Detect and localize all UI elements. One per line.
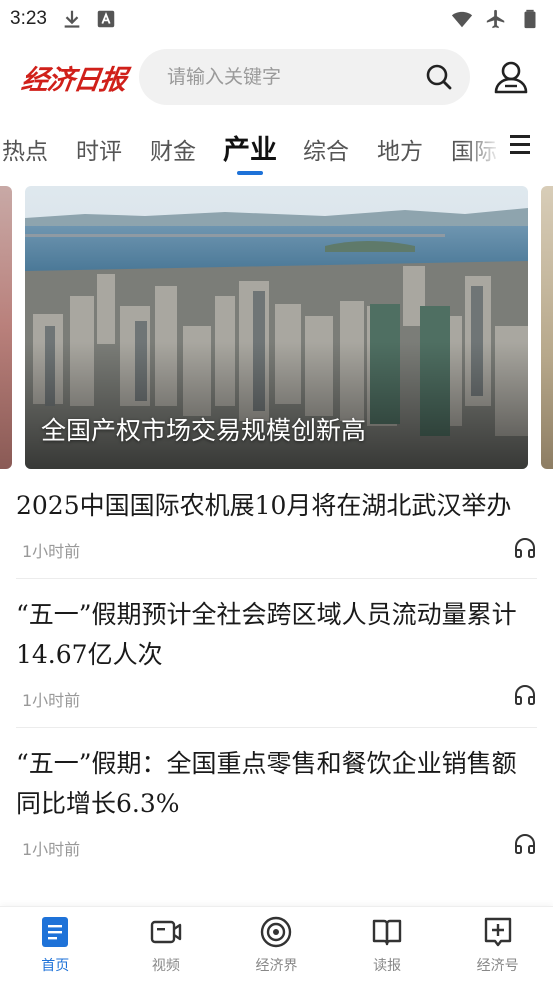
category-tabs: 热点 时评 财金 产业 综合 地方 国际	[0, 122, 553, 178]
menu-icon[interactable]	[510, 135, 530, 157]
news-title[interactable]: “五一”假期预计全社会跨区域人员流动量累计14.67亿人次	[16, 595, 537, 675]
news-time: 1小时前	[22, 542, 81, 561]
nav-economy-account-label: 经济号	[476, 958, 519, 974]
tabs-fade	[462, 122, 502, 172]
status-bar: 3:23	[0, 0, 553, 38]
home-document-icon	[39, 916, 71, 948]
banner-carousel[interactable]: 全国产权市场交易规模创新高	[0, 186, 553, 469]
headphone-icon[interactable]	[513, 536, 537, 560]
nav-economy-account[interactable]: 经济号	[442, 907, 553, 984]
tab-hot[interactable]: 热点	[2, 132, 48, 166]
video-icon	[150, 916, 182, 948]
app-notification-icon	[97, 10, 115, 28]
nav-economy-world[interactable]: 经济界	[221, 907, 332, 984]
active-tab-indicator	[237, 171, 263, 175]
tab-finance[interactable]: 财金	[150, 132, 196, 166]
nav-read-paper-label: 读报	[373, 958, 402, 974]
news-list: 2025中国国际农机展10月将在湖北武汉举办 1小时前 “五一”假期预计全社会跨…	[0, 470, 553, 876]
nav-home-label: 首页	[41, 958, 70, 974]
download-icon	[64, 10, 80, 28]
news-item[interactable]: “五一”假期预计全社会跨区域人员流动量累计14.67亿人次 1小时前	[16, 579, 537, 728]
news-title[interactable]: 2025中国国际农机展10月将在湖北武汉举办	[16, 486, 537, 526]
airplane-icon	[486, 9, 505, 29]
add-box-icon	[482, 916, 514, 948]
headphone-icon[interactable]	[513, 683, 537, 707]
target-icon	[260, 916, 292, 948]
banner-prev-slide[interactable]	[0, 186, 12, 469]
wifi-icon	[451, 11, 473, 28]
bottom-nav: 首页 视频 经济界 读报 经济号	[0, 906, 553, 984]
tab-local[interactable]: 地方	[377, 132, 423, 166]
nav-video[interactable]: 视频	[111, 907, 222, 984]
nav-home[interactable]: 首页	[0, 907, 111, 984]
news-item[interactable]: 2025中国国际农机展10月将在湖北武汉举办 1小时前	[16, 470, 537, 579]
user-profile-icon[interactable]	[492, 58, 530, 96]
news-title[interactable]: “五一”假期：全国重点零售和餐饮企业销售额同比增长6.3%	[16, 744, 537, 824]
nav-video-label: 视频	[151, 958, 180, 974]
headphone-icon[interactable]	[513, 832, 537, 856]
search-input[interactable]	[167, 66, 424, 88]
search-icon[interactable]	[424, 62, 454, 92]
banner-caption[interactable]: 全国产权市场交易规模创新高	[41, 411, 366, 447]
tab-comprehensive[interactable]: 综合	[303, 132, 349, 166]
book-icon	[371, 916, 403, 948]
app-logo[interactable]: 经济日报	[19, 58, 128, 97]
search-bar[interactable]	[139, 49, 470, 105]
news-item[interactable]: “五一”假期：全国重点零售和餐饮企业销售额同比增长6.3% 1小时前	[16, 728, 537, 876]
banner-slide[interactable]: 全国产权市场交易规模创新高	[25, 186, 528, 469]
tab-industry[interactable]: 产业	[223, 128, 277, 167]
status-time: 3:23	[10, 8, 47, 29]
news-time: 1小时前	[22, 691, 81, 710]
nav-economy-world-label: 经济界	[255, 958, 298, 974]
battery-icon	[524, 9, 536, 29]
app-header: 经济日报	[0, 46, 553, 108]
nav-read-paper[interactable]: 读报	[332, 907, 443, 984]
tab-commentary[interactable]: 时评	[76, 132, 122, 166]
news-time: 1小时前	[22, 840, 81, 859]
banner-next-slide[interactable]	[541, 186, 553, 469]
